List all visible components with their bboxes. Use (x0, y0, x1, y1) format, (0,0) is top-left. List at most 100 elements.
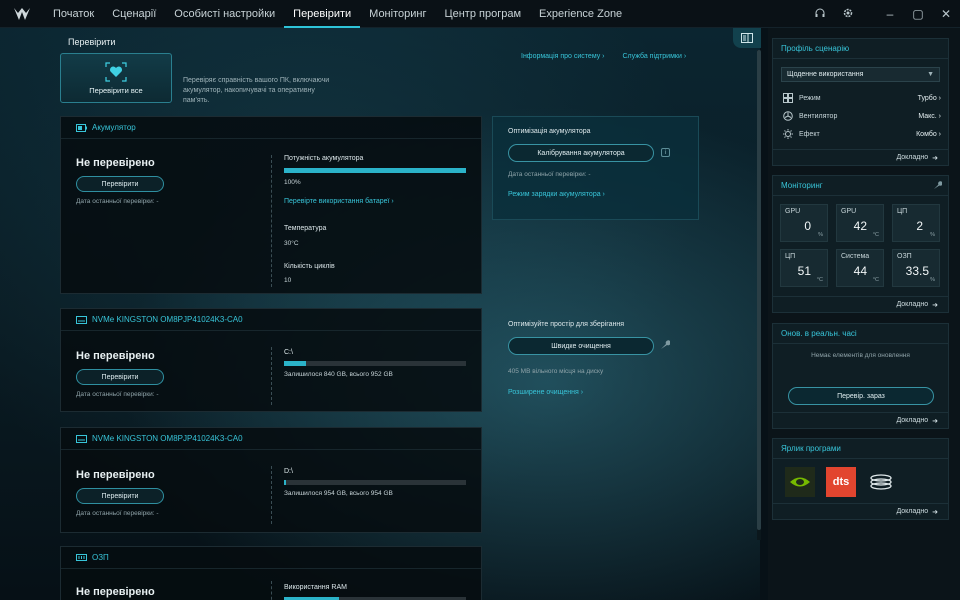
page-title: Перевірити (68, 37, 116, 47)
battery-last-check: Дата останньої перевірки: - (76, 198, 159, 205)
info-icon[interactable]: i (661, 148, 670, 157)
arrow-right-icon: ➜ (932, 301, 938, 309)
tile-name: ОЗП (897, 253, 912, 260)
tile-unit: °C (872, 232, 879, 238)
ram-card: ОЗП Не перевірено Використання RAM (60, 546, 482, 600)
ram-status: Не перевірено (76, 586, 155, 598)
advanced-clean-link[interactable]: Розширене очищення › (508, 389, 583, 396)
monitoring-panel: Моніторинг GPU 0 % GPU 42 °C ЦП 2 % ЦП 5… (772, 175, 949, 313)
tile-value: 33.5 (905, 264, 929, 278)
wrench-icon[interactable] (933, 181, 942, 190)
tile-name: ЦП (785, 253, 796, 260)
nav-check[interactable]: Перевірити (284, 0, 361, 28)
mode-key: Режим (799, 94, 821, 102)
tile-name: GPU (841, 208, 857, 215)
nav-personal-settings[interactable]: Особисті настройки (165, 0, 284, 28)
drive-icon (76, 315, 87, 324)
arrow-right-icon: ➜ (932, 154, 938, 162)
disk-card-2: NVMe KINGSTON OM8PJP41024K3-CA0 Не перев… (60, 427, 482, 533)
disk-2-last-check: Дата останньої перевірки: - (76, 510, 159, 517)
ram-usage-label: Використання RAM (284, 584, 347, 591)
gear-icon[interactable] (834, 7, 862, 22)
disk-2-check-button[interactable]: Перевірити (76, 488, 164, 504)
tile-name: ЦП (897, 208, 908, 215)
battery-title: Акумулятор (92, 123, 136, 132)
support-link[interactable]: Служба підтримки › (622, 53, 686, 60)
shortcuts-panel: Ярлик програми dts Докладно ➜ (772, 438, 949, 520)
profile-title: Профіль сценарію (773, 39, 948, 59)
system-info-link[interactable]: Інформація про систему › (521, 53, 604, 60)
battery-capacity-bar (284, 168, 466, 173)
dts-icon[interactable]: dts (826, 467, 856, 497)
dts-icon-text: dts (832, 476, 850, 488)
fan-icon (783, 111, 793, 121)
coil-icon[interactable] (866, 467, 896, 497)
battery-status: Не перевірено (76, 157, 155, 169)
nav-scenarios[interactable]: Сценарії (103, 0, 165, 28)
wrench-icon[interactable] (660, 340, 670, 350)
tile-unit: °C (816, 277, 823, 283)
tile-unit: % (930, 232, 935, 238)
minimize-icon[interactable]: – (876, 7, 904, 21)
battery-opt-last-check: Дата останньої перевірки: - (508, 171, 591, 178)
tile-name: GPU (785, 208, 801, 215)
effect-key: Ефект (799, 130, 820, 138)
battery-check-button[interactable]: Перевірити (76, 176, 164, 192)
battery-optimization-card: Оптимізація акумулятора Калібрування аку… (492, 116, 699, 220)
heart-scan-icon (105, 61, 127, 82)
tile-value: 0 (804, 219, 811, 233)
disk-2-space: Залишилося 954 GB, всього 954 GB (284, 490, 393, 497)
drive-icon (76, 434, 87, 443)
profile-dropdown-value: Щоденне використання (787, 71, 864, 78)
ram-title: ОЗП (92, 553, 109, 562)
predator-logo-icon (0, 0, 44, 28)
shortcuts-more-label: Докладно (896, 508, 929, 515)
headset-icon[interactable] (806, 7, 834, 22)
shortcuts-title: Ярлик програми (773, 439, 948, 459)
tile-unit: % (818, 232, 823, 238)
calibrate-battery-button[interactable]: Калібрування акумулятора (508, 144, 654, 162)
disk-1-check-button[interactable]: Перевірити (76, 369, 164, 385)
shortcuts-more-link[interactable]: Докладно ➜ (773, 503, 948, 519)
profile-more-link[interactable]: Докладно ➜ (773, 149, 948, 165)
disk-2-status: Не перевірено (76, 469, 155, 481)
maximize-icon[interactable]: ▢ (904, 7, 932, 21)
top-nav-bar: Початок Сценарії Особисті настройки Пере… (0, 0, 960, 28)
divider (271, 581, 272, 600)
tile-unit: % (930, 277, 935, 283)
profile-row-mode[interactable]: Режим Турбо › (783, 91, 941, 105)
updates-empty-text: Немає елементів для оновлення (811, 352, 910, 359)
disk-1-usage-bar (284, 361, 466, 366)
nvidia-icon[interactable] (785, 467, 815, 497)
check-all-button[interactable]: Перевірити все (60, 53, 172, 103)
mode-icon (783, 93, 793, 103)
monitoring-more-link[interactable]: Докладно ➜ (773, 296, 948, 312)
disk-1-title: NVMe KINGSTON OM8PJP41024K3-CA0 (92, 315, 243, 324)
monitor-tile-cpu-load: ЦП 2 % (892, 204, 940, 242)
nav-app-center[interactable]: Центр програм (435, 0, 530, 28)
quick-clean-button[interactable]: Швидке очищення (508, 337, 654, 355)
updates-more-link[interactable]: Докладно ➜ (773, 412, 948, 428)
fan-key: Вентилятор (799, 112, 838, 120)
check-now-button[interactable]: Перевір. зараз (788, 387, 934, 405)
disk-card-1: NVMe KINGSTON OM8PJP41024K3-CA0 Не перев… (60, 308, 482, 412)
updates-panel: Онов. в реальн. часі Немає елементів для… (772, 323, 949, 429)
monitor-tile-gpu-load: GPU 0 % (780, 204, 828, 242)
scrollbar[interactable] (757, 50, 761, 540)
nav-home[interactable]: Початок (44, 0, 103, 28)
tile-value: 51 (797, 264, 811, 278)
disk-1-last-check: Дата останньої перевірки: - (76, 391, 159, 398)
divider (271, 155, 272, 287)
charge-mode-link[interactable]: Режим зарядки акумулятора › (508, 191, 605, 198)
nav-experience-zone[interactable]: Experience Zone (530, 0, 631, 28)
nav-monitoring[interactable]: Моніторинг (360, 0, 435, 28)
profile-row-fan[interactable]: Вентилятор Макс. › (783, 109, 941, 123)
collapse-panel-icon[interactable] (733, 28, 761, 48)
temperature-label: Температура (284, 225, 327, 232)
disk-2-title: NVMe KINGSTON OM8PJP41024K3-CA0 (92, 434, 243, 443)
profile-dropdown[interactable]: Щоденне використання ▼ (781, 67, 940, 82)
monitoring-more-label: Докладно (896, 301, 929, 308)
profile-row-effect[interactable]: Ефект Комбо › (783, 127, 941, 141)
close-icon[interactable]: ✕ (932, 7, 960, 21)
battery-usage-link[interactable]: Перевірте використання батареї › (284, 198, 394, 205)
